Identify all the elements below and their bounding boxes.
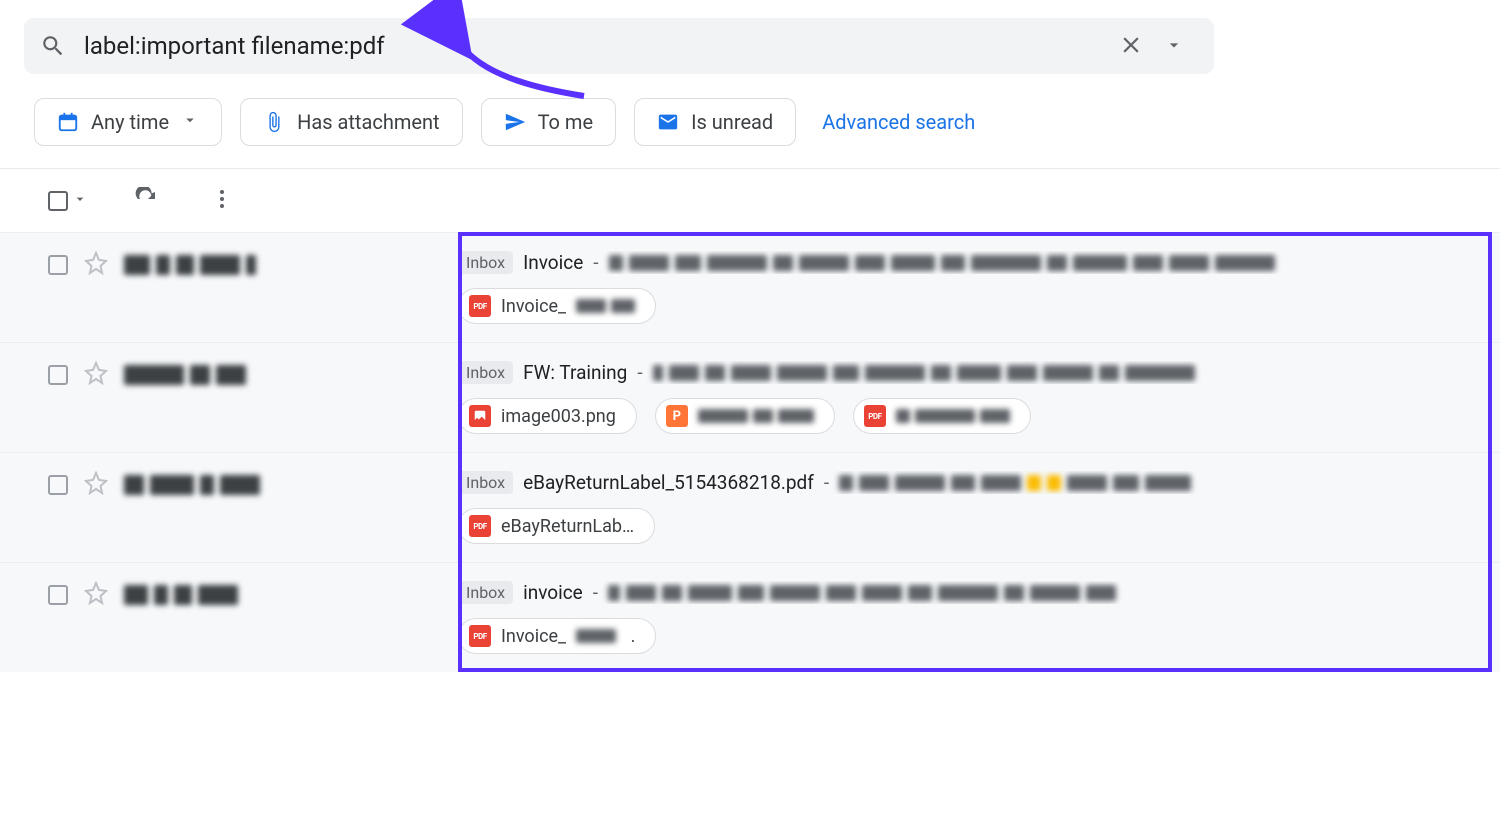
attachment-chip[interactable]: image003.png [458,398,637,434]
snippet-redacted [608,585,1480,601]
star-icon [84,471,108,495]
list-toolbar [0,169,1500,232]
attachment-chip[interactable]: eBayReturnLab… [458,508,655,544]
subject-separator: - [593,251,598,274]
attachment-name: Invoice_ [501,626,566,647]
subject-text: eBayReturnLabel_5154368218.pdf [523,471,814,494]
message-list: Inbox Invoice - Invoice_ [0,232,1500,672]
search-options-button[interactable] [1154,29,1194,64]
snippet-redacted [653,365,1480,381]
pdf-icon [469,295,491,317]
filter-chips-row: Any time Has attachment To me Is unread … [0,74,1500,169]
powerpoint-icon [666,405,688,427]
message-row[interactable]: Inbox Invoice - Invoice_ [0,232,1500,342]
subject-separator: - [637,361,642,384]
attachment-name-redacted [576,299,635,313]
sender-redacted [124,475,260,495]
close-icon [1118,32,1144,58]
row-checkbox[interactable] [48,255,68,275]
pdf-icon [469,515,491,537]
chevron-down-icon [1164,35,1184,55]
filter-any-time-label: Any time [91,110,169,134]
star-button[interactable] [84,471,108,499]
send-icon [504,111,526,133]
search-box[interactable] [24,18,1214,74]
snippet-redacted [839,475,1480,491]
filter-is-unread[interactable]: Is unread [634,98,796,146]
filter-to-me[interactable]: To me [481,98,616,146]
search-icon [40,33,66,59]
subject-text: FW: Training [523,361,627,384]
message-row[interactable]: Inbox FW: Training - image003.png [0,342,1500,452]
subject-text: invoice [523,581,583,604]
label-chip-inbox[interactable]: Inbox [458,361,513,384]
message-row[interactable]: Inbox invoice - Invoice_ . [0,562,1500,672]
more-button[interactable] [204,181,240,220]
attachment-name-redacted [576,629,616,643]
chevron-down-icon [181,110,199,134]
star-button[interactable] [84,361,108,389]
attachment-name-redacted [698,409,814,423]
sender-redacted [124,365,246,385]
pdf-icon [469,625,491,647]
pdf-icon [864,405,886,427]
row-checkbox[interactable] [48,475,68,495]
more-vert-icon [210,187,234,211]
subject-separator: - [593,581,598,604]
sender-redacted [124,585,238,605]
row-checkbox[interactable] [48,365,68,385]
message-row[interactable]: Inbox eBayReturnLabel_5154368218.pdf - e… [0,452,1500,562]
clear-search-button[interactable] [1108,26,1154,67]
star-icon [84,361,108,385]
attachment-name-redacted [896,409,1010,423]
attachment-chip[interactable]: Invoice_ . [458,618,656,654]
snippet-redacted [609,255,1480,271]
star-icon [84,581,108,605]
refresh-button[interactable] [128,181,164,220]
chevron-down-icon [72,191,88,211]
row-checkbox[interactable] [48,585,68,605]
attachment-name: image003.png [501,406,616,427]
checkbox-icon [48,191,68,211]
attachment-chip[interactable]: Invoice_ [458,288,656,324]
label-chip-inbox[interactable]: Inbox [458,251,513,274]
filter-any-time[interactable]: Any time [34,98,222,146]
select-all-control[interactable] [48,191,88,211]
attachment-name-suffix: . [626,626,635,647]
subject-text: Invoice [523,251,583,274]
attachment-chip[interactable] [853,398,1031,434]
label-chip-inbox[interactable]: Inbox [458,581,513,604]
filter-has-attachment-label: Has attachment [297,110,440,134]
filter-to-me-label: To me [538,110,593,134]
star-button[interactable] [84,581,108,609]
attachment-chip[interactable] [655,398,835,434]
label-chip-inbox[interactable]: Inbox [458,471,513,494]
attachment-name: eBayReturnLab… [501,516,634,537]
attachment-name: Invoice_ [501,296,566,317]
calendar-icon [57,111,79,133]
subject-separator: - [824,471,829,494]
star-icon [84,251,108,275]
search-input[interactable] [66,32,1108,60]
advanced-search-link[interactable]: Advanced search [822,110,975,134]
image-icon [469,405,491,427]
search-bar-region [0,0,1500,74]
attachment-icon [263,111,285,133]
unread-mail-icon [657,111,679,133]
refresh-icon [134,187,158,211]
filter-is-unread-label: Is unread [691,110,773,134]
sender-redacted [124,255,256,275]
star-button[interactable] [84,251,108,279]
filter-has-attachment[interactable]: Has attachment [240,98,463,146]
